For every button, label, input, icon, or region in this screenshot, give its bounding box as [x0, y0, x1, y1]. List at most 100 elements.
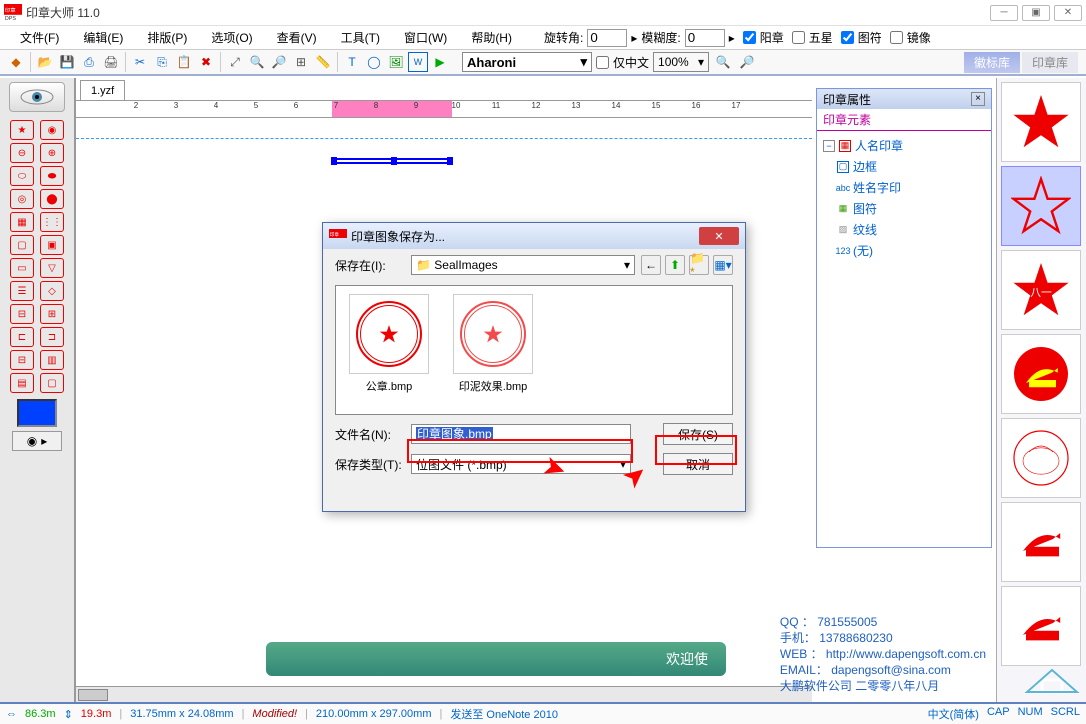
shape-star[interactable]: ★ [10, 120, 34, 140]
shape-circle[interactable]: ◉ [40, 120, 64, 140]
zoom-select[interactable]: 100%▾ [653, 52, 709, 72]
tb-cut[interactable]: ✂ [130, 52, 150, 72]
tb-zoom-out[interactable]: 🔎 [269, 52, 289, 72]
tb-grid[interactable]: ⊞ [291, 52, 311, 72]
shape-target[interactable]: ⊕ [40, 143, 64, 163]
file-list[interactable]: 公章.bmp 印泥效果.bmp [335, 285, 733, 415]
folder-select[interactable]: 📁 SealImages▾ [411, 255, 635, 275]
menu-tools[interactable]: 工具(T) [329, 26, 392, 50]
tb-play[interactable]: ▶ [430, 52, 450, 72]
cb-star[interactable] [792, 31, 805, 44]
save-button[interactable]: 保存(S) [663, 423, 733, 445]
menu-file[interactable]: 文件(F) [8, 26, 71, 50]
maximize-button[interactable]: ▣ [1022, 5, 1050, 21]
filetype-select[interactable]: 位图文件 (*.bmp)▾ [411, 454, 631, 474]
menu-view[interactable]: 查看(V) [265, 26, 329, 50]
document-tab[interactable]: 1.yzf [80, 80, 125, 100]
tb-zoom-in[interactable]: 🔍 [247, 52, 267, 72]
preview-eye-icon[interactable] [9, 82, 65, 112]
tb-open[interactable]: 📂 [35, 52, 55, 72]
dialog-close-button[interactable]: ✕ [699, 227, 739, 245]
badge-item[interactable] [1001, 334, 1081, 414]
font-select[interactable]: Aharoni▾ [462, 52, 592, 72]
nav-newfolder-icon[interactable]: 📁* [689, 255, 709, 275]
shape-grid[interactable]: ▦ [10, 212, 34, 232]
rotate-input[interactable] [587, 29, 627, 47]
menu-options[interactable]: 选项(O) [199, 26, 264, 50]
tree-name-seal[interactable]: abc姓名字印 [823, 177, 985, 198]
tb-shape[interactable]: ◯ [364, 52, 384, 72]
shape-dot[interactable]: ⬤ [40, 189, 64, 209]
nav-back-icon[interactable]: ← [641, 255, 661, 275]
tb-ruler[interactable]: 📏 [313, 52, 333, 72]
shape-h1[interactable]: ⊟ [10, 304, 34, 324]
tb-zoom-fit[interactable]: ⤢ [225, 52, 245, 72]
close-button[interactable]: ✕ [1054, 5, 1082, 21]
shape-filled[interactable]: ▣ [40, 235, 64, 255]
tree-texture[interactable]: ▨纹线 [823, 219, 985, 240]
menu-layout[interactable]: 排版(P) [135, 26, 199, 50]
shape-oval[interactable]: ⬬ [40, 166, 64, 186]
shape-tri[interactable]: ▽ [40, 258, 64, 278]
tb-text[interactable]: T [342, 52, 362, 72]
filename-input[interactable]: 印章图象.bmp [411, 424, 631, 444]
badge-item[interactable] [1001, 418, 1081, 498]
cancel-button[interactable]: 取消 [663, 453, 733, 475]
shape-square[interactable]: ▢ [10, 235, 34, 255]
blur-stepper[interactable]: ▸ [729, 31, 735, 45]
cb-mirror[interactable] [890, 31, 903, 44]
shape-bars[interactable]: ☰ [10, 281, 34, 301]
color-well[interactable] [17, 399, 57, 427]
shape-minus[interactable]: ⊖ [10, 143, 34, 163]
tb-copy[interactable]: ⎘ [152, 52, 172, 72]
tab-badge-library[interactable]: 徽标库 [964, 52, 1020, 73]
tb-print[interactable]: 🖨 [101, 52, 121, 72]
file-item[interactable]: 印泥效果.bmp [448, 294, 538, 406]
badge-item[interactable] [1001, 166, 1081, 246]
menu-window[interactable]: 窗口(W) [392, 26, 459, 50]
tree-symbol[interactable]: ▦图符 [823, 198, 985, 219]
tb-image[interactable]: 🖼 [386, 52, 406, 72]
shape-h2[interactable]: ⊞ [40, 304, 64, 324]
menu-help[interactable]: 帮助(H) [459, 26, 524, 50]
tb-zoom-minus[interactable]: 🔎 [737, 52, 757, 72]
cb-symbol[interactable] [841, 31, 854, 44]
badge-item[interactable]: 八一 [1001, 250, 1081, 330]
tab-seal-library[interactable]: 印章库 [1022, 52, 1078, 73]
scrollbar-horizontal[interactable] [76, 686, 812, 702]
menu-edit[interactable]: 编辑(E) [71, 26, 135, 50]
shape-box[interactable]: ▢ [40, 373, 64, 393]
panel-close-icon[interactable]: × [971, 92, 985, 106]
shape-cols[interactable]: ▥ [40, 350, 64, 370]
tb-code[interactable]: W [408, 52, 428, 72]
nav-up-icon[interactable]: ⬆ [665, 255, 685, 275]
palette-footer[interactable]: ◉▸ [12, 431, 62, 451]
shape-v1[interactable]: ⊏ [10, 327, 34, 347]
shape-rows[interactable]: ▤ [10, 373, 34, 393]
badge-item[interactable] [1001, 502, 1081, 582]
selection-box[interactable] [332, 158, 452, 164]
shape-v2[interactable]: ⊐ [40, 327, 64, 347]
dialog-titlebar[interactable]: 印章 印章图象保存为... ✕ [323, 223, 745, 249]
tree-none[interactable]: 123(无) [823, 240, 985, 261]
blur-input[interactable] [685, 29, 725, 47]
rotate-stepper[interactable]: ▸ [631, 31, 637, 45]
nav-view-icon[interactable]: ▦▾ [713, 255, 733, 275]
shape-ring[interactable]: ◎ [10, 189, 34, 209]
tb-new[interactable]: ◆ [6, 52, 26, 72]
cb-cn-only[interactable] [596, 56, 609, 69]
shape-dots[interactable]: ⋮⋮ [40, 212, 64, 232]
tb-paste[interactable]: 📋 [174, 52, 194, 72]
shape-diamond[interactable]: ◇ [40, 281, 64, 301]
shape-rect[interactable]: ▭ [10, 258, 34, 278]
badge-item[interactable] [1001, 82, 1081, 162]
file-item[interactable]: 公章.bmp [344, 294, 434, 406]
minimize-button[interactable]: ─ [990, 5, 1018, 21]
tb-zoom-plus[interactable]: 🔍 [713, 52, 733, 72]
tb-save[interactable]: 💾 [57, 52, 77, 72]
shape-split[interactable]: ⊟ [10, 350, 34, 370]
shape-ellipse[interactable]: ⬭ [10, 166, 34, 186]
tree-root[interactable]: −▦人名印章 [823, 135, 985, 156]
tb-export[interactable]: ⎙ [79, 52, 99, 72]
tree-border[interactable]: ▢边框 [823, 156, 985, 177]
